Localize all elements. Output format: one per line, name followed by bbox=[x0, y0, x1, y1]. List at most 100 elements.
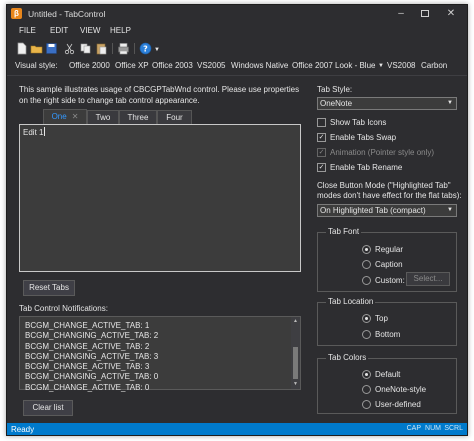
radio-dot bbox=[362, 276, 371, 285]
radio-label: Caption bbox=[375, 260, 403, 269]
radio-dot bbox=[362, 260, 371, 269]
visual-style-office-2000[interactable]: Office 2000 bbox=[69, 61, 110, 70]
close-mode-value: On Highlighted Tab (compact) bbox=[320, 206, 426, 215]
group-title: Tab Location bbox=[326, 297, 376, 306]
close-mode-label: Close Button Mode ("Highlighted Tab" bbox=[317, 181, 451, 190]
group-title: Tab Colors bbox=[326, 353, 369, 362]
list-item[interactable]: BCGM_CHANGE_ACTIVE_TAB: 1 bbox=[25, 321, 158, 331]
visual-style-bar: Visual style: Office 2000 Office XP Offi… bbox=[7, 59, 467, 73]
vertical-scrollbar[interactable]: ▲ ▼ bbox=[291, 317, 300, 389]
list-item[interactable]: BCGM_CHANGE_ACTIVE_TAB: 2 bbox=[25, 342, 158, 352]
select-font-button: Select... bbox=[406, 272, 450, 286]
close-mode-select[interactable]: On Highlighted Tab (compact) ▼ bbox=[317, 204, 457, 217]
radio-label: OneNote-style bbox=[375, 385, 427, 394]
app-icon: β bbox=[11, 8, 22, 19]
visual-style-windows-native[interactable]: Windows Native bbox=[231, 61, 288, 70]
checkbox-label: Animation (Pointer style only) bbox=[330, 148, 435, 157]
maximize-button[interactable] bbox=[413, 5, 437, 23]
svg-text:?: ? bbox=[143, 44, 148, 53]
radio-label: Regular bbox=[375, 245, 404, 254]
radio-label: Custom: bbox=[375, 276, 405, 285]
check-icon: ✓ bbox=[317, 148, 326, 157]
tab-content[interactable]: Edit 1 bbox=[19, 124, 301, 272]
notifications-label: Tab Control Notifications: bbox=[19, 304, 108, 313]
checkbox-label: Show Tab Icons bbox=[330, 118, 387, 127]
tab-label: Three bbox=[127, 113, 149, 122]
tab-three[interactable]: Three bbox=[119, 110, 157, 124]
chevron-down-icon[interactable]: ▼ bbox=[154, 47, 160, 53]
radio-label: Bottom bbox=[375, 330, 401, 339]
tab-style-select[interactable]: OneNote ▼ bbox=[317, 97, 457, 110]
toolbar-separator bbox=[112, 43, 113, 54]
tab-two[interactable]: Two bbox=[87, 110, 119, 124]
new-file-icon[interactable] bbox=[15, 42, 28, 55]
list-item[interactable]: BCGM_CHANGE_ACTIVE_TAB: 0 bbox=[25, 383, 158, 393]
visual-style-label: Visual style: bbox=[15, 61, 58, 70]
radio-label: Default bbox=[375, 370, 401, 379]
scroll-down-icon[interactable]: ▼ bbox=[291, 380, 300, 389]
main-window: β Untitled - TabControl – ✕ FILE EDIT VI… bbox=[6, 4, 468, 436]
tab-location-group: Tab Location Top Bottom bbox=[317, 297, 457, 346]
radio-dot bbox=[362, 400, 371, 409]
visual-style-office-2007[interactable]: Office 2007 Look - Blue bbox=[292, 61, 375, 70]
visual-style-vs2008[interactable]: VS2008 bbox=[387, 61, 415, 70]
cut-icon[interactable] bbox=[63, 42, 76, 55]
notifications-list[interactable]: BCGM_CHANGE_ACTIVE_TAB: 1 BCGM_CHANGING_… bbox=[19, 316, 301, 393]
tab-style-value: OneNote bbox=[320, 99, 353, 108]
about-icon[interactable]: ? bbox=[139, 42, 152, 55]
open-folder-icon[interactable] bbox=[30, 42, 43, 55]
maximize-icon bbox=[421, 9, 429, 17]
chevron-down-icon: ▼ bbox=[447, 100, 453, 106]
check-icon: ✓ bbox=[317, 163, 326, 172]
checkbox-label: Enable Tabs Swap bbox=[330, 133, 397, 142]
list-item[interactable]: BCGM_CHANGING_ACTIVE_TAB: 2 bbox=[25, 331, 158, 341]
menu-edit[interactable]: EDIT bbox=[50, 26, 68, 35]
tab-one[interactable]: One ✕ bbox=[43, 109, 87, 124]
menu-help[interactable]: HELP bbox=[110, 26, 131, 35]
radio-dot bbox=[362, 314, 371, 323]
chevron-down-icon[interactable]: ▼ bbox=[378, 63, 384, 69]
chevron-down-icon: ▼ bbox=[447, 207, 453, 213]
status-bar: Ready CAP NUM SCRL bbox=[7, 423, 467, 435]
list-item[interactable]: BCGM_CHANGING_ACTIVE_TAB: 0 bbox=[25, 372, 158, 382]
tab-font-group: Tab Font Regular Caption Custom: Select.… bbox=[317, 227, 457, 292]
menu-file[interactable]: FILE bbox=[19, 26, 36, 35]
radio-dot bbox=[362, 330, 371, 339]
scroll-up-icon[interactable]: ▲ bbox=[291, 317, 300, 326]
list-item[interactable]: BCGM_CHANGE_ACTIVE_TAB: 3 bbox=[25, 362, 158, 372]
save-icon[interactable] bbox=[45, 42, 58, 55]
toolbar-separator bbox=[134, 43, 135, 54]
list-item[interactable]: BCGM_CHANGING_ACTIVE_TAB: 3 bbox=[25, 352, 158, 362]
menu-bar: FILE EDIT VIEW HELP bbox=[7, 25, 467, 38]
scrollbar-thumb[interactable] bbox=[293, 347, 298, 379]
radio-label: User-defined bbox=[375, 400, 421, 409]
status-text: Ready bbox=[11, 425, 35, 434]
visual-style-office-xp[interactable]: Office XP bbox=[115, 61, 149, 70]
print-icon[interactable] bbox=[117, 42, 130, 55]
visual-style-vs2005[interactable]: VS2005 bbox=[197, 61, 225, 70]
close-icon[interactable]: ✕ bbox=[72, 112, 79, 121]
tab-colors-group: Tab Colors Default OneNote-style User-de… bbox=[317, 353, 457, 414]
checkbox-box bbox=[317, 118, 326, 127]
editor-text[interactable]: Edit 1 bbox=[23, 128, 43, 137]
clear-list-button[interactable]: Clear list bbox=[23, 400, 73, 416]
reset-tabs-button[interactable]: Reset Tabs bbox=[23, 280, 75, 296]
window-title: Untitled - TabControl bbox=[28, 9, 106, 19]
visual-style-office-2003[interactable]: Office 2003 bbox=[152, 61, 193, 70]
scrl-indicator: SCRL bbox=[444, 425, 463, 432]
text-caret bbox=[44, 127, 46, 136]
tab-control: One ✕ Two Three Four Edit 1 bbox=[19, 109, 301, 272]
cap-indicator: CAP bbox=[406, 425, 421, 432]
check-icon: ✓ bbox=[317, 133, 326, 142]
close-mode-label-2: modes don't have effect for the flat tab… bbox=[317, 191, 462, 200]
paste-icon[interactable] bbox=[95, 42, 108, 55]
description-text: This sample illustrates usage of CBCGPTa… bbox=[19, 85, 300, 105]
close-button[interactable]: ✕ bbox=[439, 5, 463, 23]
menu-view[interactable]: VIEW bbox=[80, 26, 100, 35]
copy-icon[interactable] bbox=[79, 42, 92, 55]
tab-four[interactable]: Four bbox=[157, 110, 192, 124]
minimize-button[interactable]: – bbox=[389, 5, 413, 23]
visual-style-carbon[interactable]: Carbon bbox=[421, 61, 447, 70]
radio-dot bbox=[362, 370, 371, 379]
radio-label: Top bbox=[375, 314, 388, 323]
